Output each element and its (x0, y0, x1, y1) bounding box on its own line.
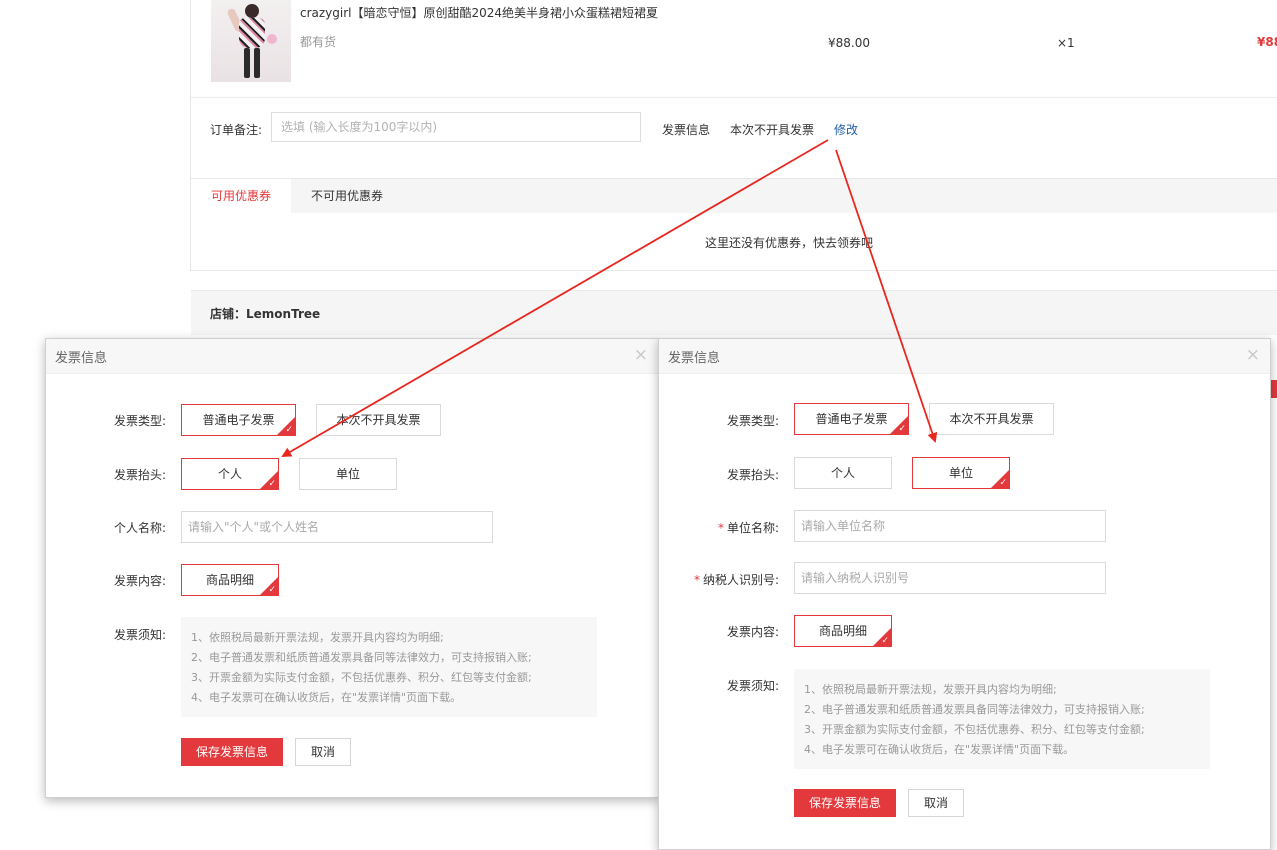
invoice-header-company-option[interactable]: 单位 ✓ (912, 457, 1010, 489)
notice-line: 4、电子发票可在确认收货后，在"发票详情"页面下载。 (804, 743, 1075, 756)
invoice-header-personal-option[interactable]: 个人 ✓ (181, 458, 279, 490)
shop-name: 店铺：LemonTree (210, 307, 321, 321)
remark-label: 订单备注: (210, 123, 263, 137)
divider (191, 97, 1277, 98)
check-icon: ✓ (999, 478, 1007, 488)
invoice-type-electronic-option[interactable]: 普通电子发票 ✓ (181, 404, 296, 436)
taxpayer-id-label: * 纳税人识别号: (693, 573, 779, 587)
remark-input[interactable] (271, 112, 641, 142)
product-title[interactable]: crazygirl【暗恋守恒】原创甜酷2024绝美半身裙小众蛋糕裙短裙夏 (300, 4, 658, 21)
invoice-header-label: 发票抬头: (113, 468, 166, 482)
check-icon: ✓ (268, 479, 276, 489)
invoice-dialog-personal: 发票信息 × 发票类型: 普通电子发票 ✓ 本次不开具发票 发票抬头: 个人 ✓ 单… (45, 338, 659, 798)
invoice-content-label: 发票内容: (726, 625, 779, 639)
notice-line: 1、依照税局最新开票法规，发票开具内容均为明细; (804, 683, 1057, 696)
invoice-dialog-company: 发票信息 × 发票类型: 普通电子发票 ✓ 本次不开具发票 发票抬头: 个人 单位… (658, 338, 1271, 850)
coupon-empty-message: 这里还没有优惠券，快去领券吧 (705, 236, 874, 250)
invoice-type-electronic-option[interactable]: 普通电子发票 ✓ (794, 403, 909, 435)
invoice-label: 发票信息 (662, 123, 711, 137)
background-fragment (1270, 380, 1277, 398)
invoice-notice-box: 1、依照税局最新开票法规，发票开具内容均为明细; 2、电子普通发票和纸质普通发票… (794, 669, 1210, 769)
product-thumbnail[interactable] (211, 0, 291, 82)
invoice-content-detail-option[interactable]: 商品明细 ✓ (181, 564, 279, 596)
quantity: ×1 (1057, 36, 1075, 50)
notice-line: 4、电子发票可在确认收货后，在"发票详情"页面下载。 (191, 691, 462, 704)
check-icon: ✓ (898, 424, 906, 434)
invoice-content-label: 发票内容: (113, 574, 166, 588)
cancel-button[interactable]: 取消 (908, 789, 964, 817)
company-name-label: * 单位名称: (717, 521, 779, 535)
shop-bar (191, 290, 1277, 335)
notice-line: 2、电子普通发票和纸质普通发票具备同等法律效力，可支持报销入账; (804, 703, 1145, 716)
invoice-type-none-option[interactable]: 本次不开具发票 (316, 404, 441, 436)
notice-line: 2、电子普通发票和纸质普通发票具备同等法律效力，可支持报销入账; (191, 651, 532, 664)
dialog-title: 发票信息 (55, 351, 108, 366)
dialog-header: 发票信息 × (659, 339, 1270, 374)
invoice-notice-label: 发票须知: (726, 679, 779, 693)
invoice-notice-label: 发票须知: (113, 628, 166, 642)
close-icon[interactable]: × (1246, 345, 1260, 365)
taxpayer-id-input[interactable] (794, 562, 1106, 594)
dialog-header: 发票信息 × (46, 339, 658, 374)
tab-available-coupons[interactable]: 可用优惠券 (191, 179, 292, 213)
unit-price: ¥88.00 (828, 36, 870, 50)
invoice-modify-link[interactable]: 修改 (834, 121, 858, 138)
invoice-type-label: 发票类型: (726, 414, 779, 428)
check-icon: ✓ (881, 636, 889, 646)
close-icon[interactable]: × (634, 345, 648, 365)
invoice-type-none-option[interactable]: 本次不开具发票 (929, 403, 1054, 435)
stock-status: 都有货 (300, 35, 337, 49)
notice-line: 1、依照税局最新开票法规，发票开具内容均为明细; (191, 631, 444, 644)
save-invoice-button[interactable]: 保存发票信息 (181, 738, 283, 766)
personal-name-label: 个人名称: (113, 521, 166, 535)
check-icon: ✓ (285, 425, 293, 435)
company-name-input[interactable] (794, 510, 1106, 542)
invoice-notice-box: 1、依照税局最新开票法规，发票开具内容均为明细; 2、电子普通发票和纸质普通发票… (181, 617, 597, 717)
invoice-header-label: 发票抬头: (726, 468, 779, 482)
invoice-content-detail-option[interactable]: 商品明细 ✓ (794, 615, 892, 647)
subtotal-price: ¥88 (1257, 35, 1277, 49)
personal-name-input[interactable] (181, 511, 493, 543)
invoice-status: 本次不开具发票 (730, 123, 815, 137)
save-invoice-button[interactable]: 保存发票信息 (794, 789, 896, 817)
notice-line: 3、开票金额为实际支付金额，不包括优惠券、积分、红包等支付金额; (804, 723, 1145, 736)
required-mark: * (717, 521, 724, 535)
dialog-title: 发票信息 (668, 351, 721, 366)
cancel-button[interactable]: 取消 (295, 738, 351, 766)
invoice-type-label: 发票类型: (113, 414, 166, 428)
notice-line: 3、开票金额为实际支付金额，不包括优惠券、积分、红包等支付金额; (191, 671, 532, 684)
invoice-header-personal-option[interactable]: 个人 (794, 457, 892, 489)
required-mark: * (693, 573, 700, 587)
tab-unavailable-coupons[interactable]: 不可用优惠券 (291, 179, 403, 213)
coupon-tabs: 可用优惠券 不可用优惠券 (191, 178, 1277, 213)
check-icon: ✓ (268, 585, 276, 595)
invoice-header-company-option[interactable]: 单位 (299, 458, 397, 490)
